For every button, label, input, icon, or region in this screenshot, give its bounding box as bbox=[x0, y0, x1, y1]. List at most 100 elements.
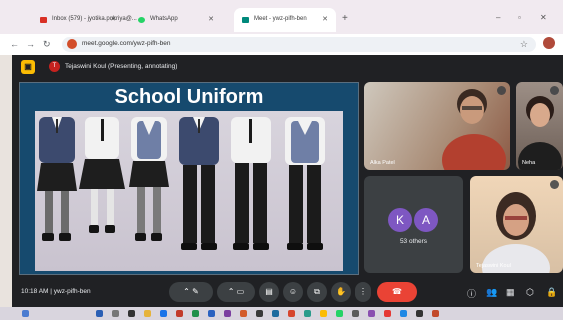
uniform-figure bbox=[285, 117, 325, 250]
profile-avatar[interactable] bbox=[543, 37, 555, 49]
uniform-figure bbox=[79, 117, 125, 233]
participant-video bbox=[518, 96, 562, 170]
more-options-icon[interactable] bbox=[550, 86, 559, 95]
self-tile[interactable]: Tejaswini Koul bbox=[470, 176, 563, 273]
hand-icon: ✋ bbox=[336, 287, 346, 296]
close-window-icon[interactable]: ✕ bbox=[540, 13, 547, 22]
tab-label: WhatsApp bbox=[150, 16, 178, 22]
gmail-icon bbox=[40, 17, 47, 23]
close-icon[interactable]: ✕ bbox=[322, 15, 328, 23]
camera-button[interactable]: ⌃ ▭ bbox=[217, 282, 255, 302]
meeting-code: ywz-pifh-ben bbox=[53, 288, 91, 295]
taskbar-app-icon[interactable] bbox=[224, 310, 231, 317]
taskbar-app-icon[interactable] bbox=[400, 310, 407, 317]
mic-button[interactable]: ⌃ ✎ bbox=[169, 282, 213, 302]
self-name: Tejaswini Koul bbox=[476, 263, 511, 269]
camera-icon: ⌃ ▭ bbox=[227, 287, 245, 296]
avatar: A bbox=[414, 208, 438, 232]
avatar: K bbox=[388, 208, 412, 232]
taskbar-app-icon[interactable] bbox=[176, 310, 183, 317]
taskbar-app-icon[interactable] bbox=[368, 310, 375, 317]
tab-label: Meet - ywz-pifh-ben bbox=[254, 16, 307, 22]
end-call-icon: ☎ bbox=[392, 287, 402, 296]
new-tab-button[interactable]: + bbox=[342, 13, 348, 24]
bookmark-star-icon[interactable]: ☆ bbox=[520, 39, 528, 50]
url-field[interactable]: meet.google.com/ywz-pifh-ben ☆ bbox=[62, 37, 536, 52]
taskbar-app-icon[interactable] bbox=[208, 310, 215, 317]
captions-button[interactable]: ▤ bbox=[259, 282, 279, 302]
emoji-button[interactable]: ☺ bbox=[283, 282, 303, 302]
more-options-icon[interactable] bbox=[550, 180, 559, 189]
tab-whatsapp[interactable]: WhatsApp ✕ bbox=[130, 8, 222, 32]
participant-tile[interactable]: Neha bbox=[516, 82, 563, 170]
participant-name: Neha bbox=[522, 160, 536, 166]
taskbar-app-icon[interactable] bbox=[384, 310, 391, 317]
chrome-icon[interactable] bbox=[320, 310, 327, 317]
more-vert-icon: ⋮ bbox=[359, 287, 367, 296]
taskbar-app-icon[interactable] bbox=[416, 310, 423, 317]
uniform-figure bbox=[179, 117, 219, 250]
others-tile[interactable]: K A 53 others bbox=[364, 176, 463, 273]
lock-icon[interactable]: 🔒 bbox=[546, 287, 557, 298]
close-icon[interactable]: ✕ bbox=[208, 15, 214, 23]
whatsapp-icon[interactable] bbox=[336, 310, 343, 317]
more-options-icon[interactable] bbox=[497, 86, 506, 95]
emoji-icon: ☺ bbox=[288, 287, 298, 296]
taskbar-app-icon[interactable] bbox=[352, 310, 359, 317]
forward-icon[interactable]: → bbox=[26, 39, 35, 49]
people-icon[interactable]: 👥 bbox=[486, 287, 497, 298]
uniform-illustration bbox=[35, 111, 343, 271]
close-icon[interactable]: ✕ bbox=[110, 15, 116, 23]
address-bar-row: ← → ↻ meet.google.com/ywz-pifh-ben ☆ bbox=[0, 34, 563, 55]
start-icon[interactable] bbox=[22, 310, 29, 317]
uniform-figure bbox=[129, 117, 169, 241]
folder-icon[interactable] bbox=[144, 310, 151, 317]
slide-title: School Uniform bbox=[114, 86, 264, 108]
presenter-avatar: T bbox=[49, 61, 60, 72]
taskbar-app-icon[interactable] bbox=[272, 310, 279, 317]
clock-time: 10:18 AM bbox=[21, 288, 49, 295]
url-text: meet.google.com/ywz-pifh-ben bbox=[82, 40, 171, 47]
taskbar-app-icon[interactable] bbox=[288, 310, 295, 317]
more-options-button[interactable]: ⋮ bbox=[355, 282, 371, 302]
uniform-figure bbox=[231, 117, 271, 250]
reload-icon[interactable]: ↻ bbox=[43, 39, 51, 50]
meeting-time-code: 10:18 AM | ywz-pifh-ben bbox=[21, 288, 91, 295]
participant-tile[interactable]: Alka Patel bbox=[364, 82, 510, 170]
taskbar-app-icon[interactable] bbox=[128, 310, 135, 317]
present-icon: ⧉ bbox=[314, 287, 320, 296]
taskbar-app-icon[interactable] bbox=[240, 310, 247, 317]
others-count: 53 others bbox=[399, 238, 428, 245]
self-video bbox=[482, 192, 550, 273]
os-taskbar bbox=[0, 307, 563, 320]
taskbar-app-icon[interactable] bbox=[256, 310, 263, 317]
raise-hand-button[interactable]: ✋ bbox=[331, 282, 351, 302]
meet-icon bbox=[242, 17, 249, 23]
presentation-icon: ▣ bbox=[21, 60, 35, 74]
browser-tab-strip: Inbox (579) - jyotika.pukriya@... ✕ What… bbox=[0, 0, 563, 34]
slide-header: School Uniform bbox=[21, 84, 357, 110]
taskbar-app-icon[interactable] bbox=[192, 310, 199, 317]
tab-label: Inbox (579) - jyotika.pukriya@... bbox=[52, 16, 137, 22]
info-icon[interactable]: ⓘ bbox=[467, 287, 476, 300]
uniform-figure bbox=[37, 117, 77, 241]
shared-screen[interactable]: School Uniform bbox=[19, 82, 359, 275]
end-call-button[interactable]: ☎ bbox=[377, 282, 417, 302]
minimize-icon[interactable]: – bbox=[496, 13, 500, 22]
tab-inbox[interactable]: Inbox (579) - jyotika.pukriya@... ✕ bbox=[32, 8, 137, 32]
back-icon[interactable]: ← bbox=[10, 39, 19, 49]
chat-icon[interactable]: ▦ bbox=[506, 287, 515, 298]
presenter-label: Tejaswini Koul (Presenting, annotating) bbox=[65, 63, 178, 70]
whatsapp-icon bbox=[138, 17, 145, 23]
tab-meet[interactable]: Meet - ywz-pifh-ben ✕ bbox=[234, 8, 336, 32]
taskbar-app-icon[interactable] bbox=[304, 310, 311, 317]
search-icon[interactable] bbox=[112, 310, 119, 317]
present-button[interactable]: ⧉ bbox=[307, 282, 327, 302]
site-info-icon[interactable] bbox=[67, 39, 77, 49]
participant-video bbox=[442, 89, 506, 170]
taskbar-app-icon[interactable] bbox=[160, 310, 167, 317]
taskbar-app-icon[interactable] bbox=[432, 310, 439, 317]
taskbar-app-icon[interactable] bbox=[96, 310, 103, 317]
activities-icon[interactable]: ⬡ bbox=[526, 287, 534, 298]
maximize-icon[interactable]: ▫ bbox=[518, 13, 521, 22]
